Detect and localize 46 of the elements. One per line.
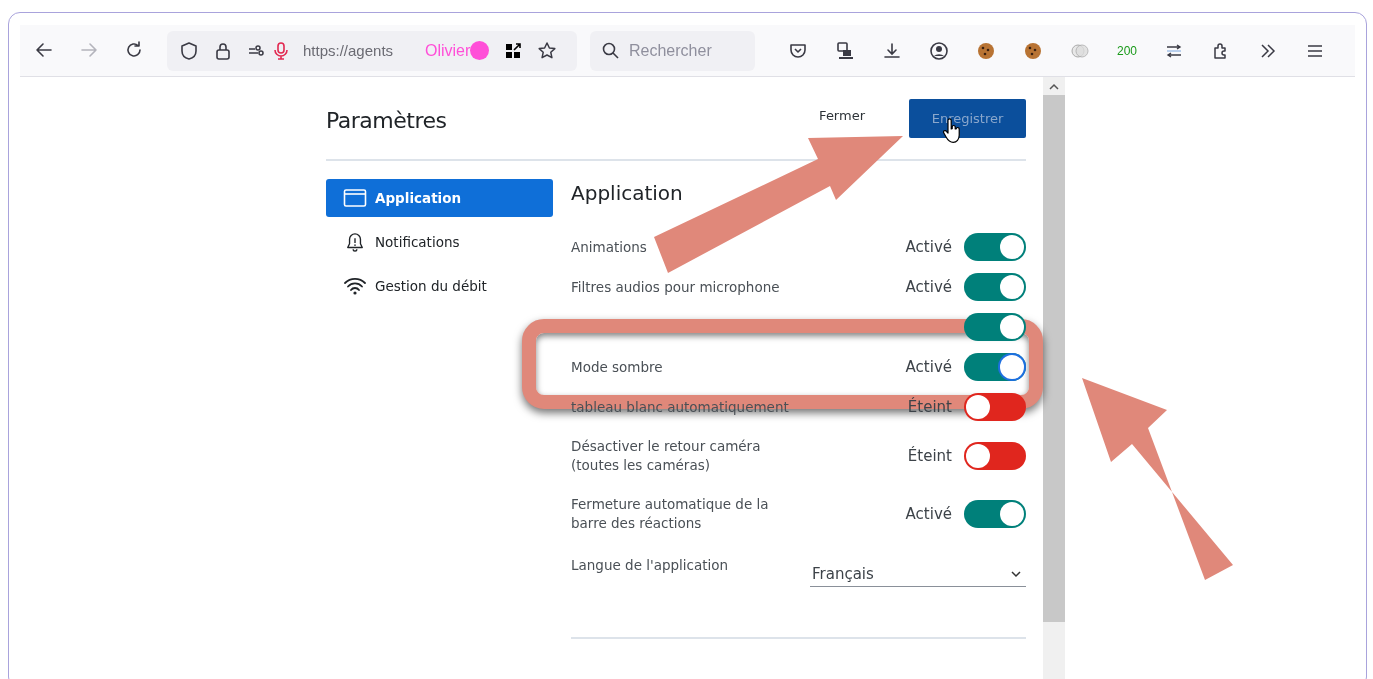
computer-icon[interactable] [835, 40, 855, 61]
sidebar-item[interactable]: Gestion du débit [326, 267, 553, 305]
search-field[interactable]: Rechercher [590, 30, 755, 71]
container-dot-icon [470, 41, 490, 60]
setting-label: Mode sombre [571, 357, 664, 377]
cookie-icon[interactable] [976, 40, 996, 61]
shield-icon[interactable] [179, 40, 199, 61]
lock-icon[interactable] [213, 40, 233, 61]
toggle-switch[interactable] [964, 313, 1026, 341]
setting-label: Fermeture automatique de la barre des réactions [571, 495, 770, 533]
container-label: Olivier [425, 41, 471, 60]
toggle-status: Éteint [907, 447, 952, 465]
scroll-up-icon[interactable] [1049, 82, 1059, 90]
setting-label: tableau blanc automatiquement [571, 397, 790, 417]
toggle-status: Activé [905, 505, 952, 523]
section-title: Application [571, 181, 684, 205]
toggle-switch[interactable] [964, 500, 1026, 528]
grid-icon[interactable] [503, 40, 524, 61]
setting-label: Animations [571, 237, 648, 257]
setting-label: Filtres audios pour microphone [571, 277, 781, 297]
star-icon[interactable] [537, 40, 558, 61]
url-text[interactable]: https://agents [303, 42, 415, 59]
wifi-icon [343, 276, 367, 296]
toggle-status: Activé [905, 238, 952, 256]
window-icon [343, 188, 367, 208]
toggle-switch[interactable] [964, 442, 1026, 470]
status-code-badge[interactable]: 200 [1117, 43, 1137, 58]
search-icon [601, 40, 621, 61]
sidebar-item[interactable]: Application [326, 179, 553, 217]
toggle-switch[interactable] [964, 273, 1026, 301]
download-icon[interactable] [882, 40, 902, 61]
settings-title: Paramètres [326, 107, 448, 133]
toggle-status: Activé [905, 278, 952, 296]
toggle-status: Éteint [907, 398, 952, 416]
toggle-switch[interactable] [964, 233, 1026, 261]
close-button[interactable]: Fermer [819, 107, 865, 123]
toggle-switch[interactable] [964, 353, 1026, 381]
toggle-status: Activé [905, 358, 952, 376]
sidebar-item[interactable]: Notifications [326, 223, 553, 261]
language-dropdown[interactable]: Français [810, 561, 1026, 587]
microphone-icon[interactable] [271, 40, 291, 61]
account-icon[interactable] [929, 40, 949, 61]
cookie-icon[interactable] [1023, 40, 1043, 61]
toggle-switch[interactable] [964, 393, 1026, 421]
setting-label: Langue de l'application [571, 555, 730, 575]
setting-label: Désactiver le retour caméra (toutes les caméras) [571, 437, 762, 475]
